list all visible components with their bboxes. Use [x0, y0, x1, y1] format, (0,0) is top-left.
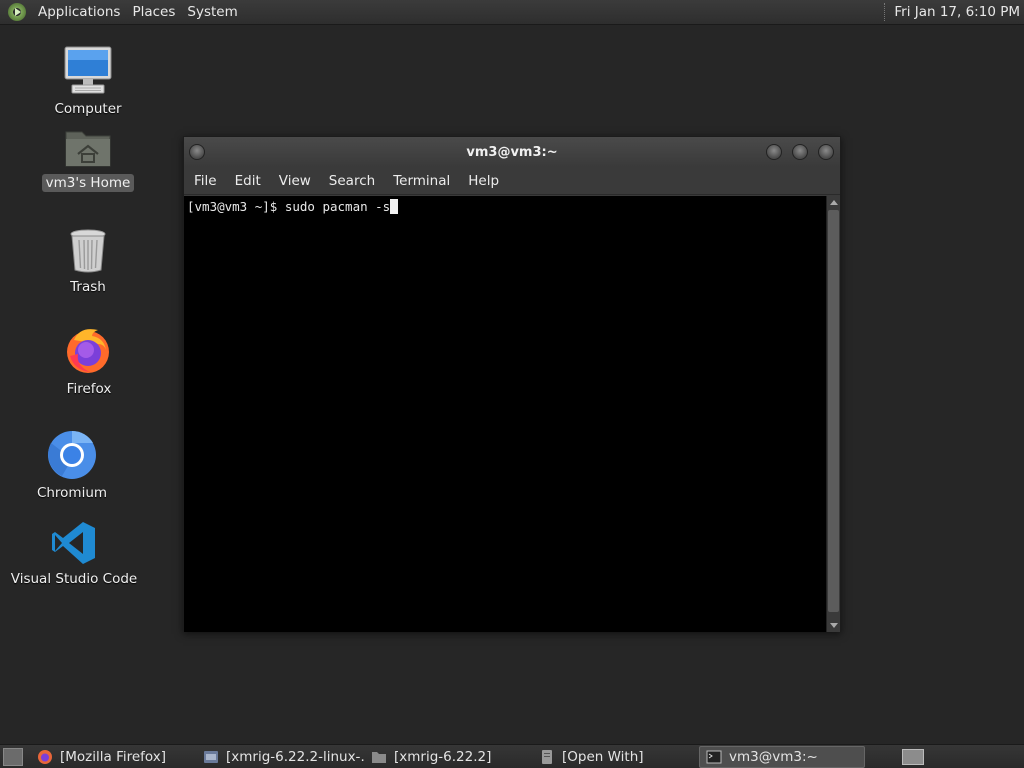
menu-view[interactable]: View	[271, 173, 319, 189]
desktop-label-home: vm3's Home	[41, 174, 135, 192]
terminal-scrollbar[interactable]	[826, 196, 840, 632]
scroll-thumb[interactable]	[828, 210, 839, 612]
computer-icon	[64, 46, 112, 94]
clock[interactable]: Fri Jan 17, 6:10 PM	[894, 4, 1024, 20]
top-panel: Applications Places System Fri Jan 17, 6…	[0, 0, 1024, 25]
desktop-label-trash: Trash	[70, 279, 106, 295]
clock-separator	[884, 3, 886, 21]
bottom-panel: [Mozilla Firefox] [xmrig-6.22.2-linux-… …	[0, 744, 1024, 768]
task-label: [Open With]	[562, 748, 644, 765]
terminal-output[interactable]: [vm3@vm3 ~]$ sudo pacman -s	[184, 196, 826, 632]
dialog-icon	[542, 749, 552, 764]
task-label: [xmrig-6.22.2]	[394, 748, 492, 765]
task-firefox[interactable]: [Mozilla Firefox]	[31, 746, 197, 768]
window-title: vm3@vm3:~	[466, 144, 558, 160]
minimize-button[interactable]	[766, 144, 782, 160]
firefox-icon	[67, 329, 109, 373]
scroll-up-icon[interactable]	[829, 200, 838, 205]
terminal-titlebar[interactable]: vm3@vm3:~	[184, 137, 840, 167]
desktop-icon-trash[interactable]: Trash	[28, 228, 148, 296]
archive-icon	[204, 750, 218, 763]
menu-applications[interactable]: Applications	[32, 0, 126, 25]
show-desktop-icon[interactable]	[3, 747, 23, 766]
chromium-icon	[48, 430, 96, 479]
home-folder-icon	[65, 131, 111, 167]
terminal-icon	[706, 750, 722, 763]
menu-system[interactable]: System	[181, 0, 243, 25]
vscode-icon	[52, 522, 95, 564]
desktop-label-chromium: Chromium	[36, 485, 108, 501]
menu-help[interactable]: Help	[460, 173, 507, 189]
terminal-prompt-line: [vm3@vm3 ~]$ sudo pacman -s	[187, 199, 391, 214]
desktop-icon-vscode[interactable]: Visual Studio Code	[11, 520, 137, 588]
task-label: [Mozilla Firefox]	[60, 748, 167, 765]
task-open-with[interactable]: [Open With]	[533, 746, 699, 768]
task-label: [xmrig-6.22.2-linux-…	[226, 748, 365, 765]
desktop-icon-chromium[interactable]: Chromium	[12, 430, 132, 502]
desktop-icon-computer[interactable]: Computer	[28, 44, 148, 118]
menu-terminal[interactable]: Terminal	[385, 173, 458, 189]
scroll-down-icon[interactable]	[830, 623, 838, 628]
task-xmrig-archive[interactable]: [xmrig-6.22.2-linux-…	[197, 746, 365, 768]
terminal-menubar: File Edit View Search Terminal Help	[184, 167, 840, 195]
text-cursor	[390, 199, 399, 214]
menu-search[interactable]: Search	[321, 173, 383, 189]
distro-logo-icon[interactable]	[8, 3, 26, 21]
trash-icon	[70, 229, 106, 273]
desktop-icon-home[interactable]: vm3's Home	[28, 126, 148, 192]
desktop-icon-firefox[interactable]: Firefox	[29, 326, 149, 398]
workspace-switcher[interactable]	[902, 748, 924, 765]
folder-icon	[372, 751, 386, 763]
task-label: vm3@vm3:~	[729, 748, 818, 765]
maximize-button[interactable]	[792, 144, 808, 160]
desktop-label-computer: Computer	[54, 101, 122, 117]
close-button[interactable]	[818, 144, 834, 160]
task-terminal[interactable]: vm3@vm3:~	[699, 745, 865, 768]
desktop-label-firefox: Firefox	[66, 381, 112, 397]
menu-places[interactable]: Places	[126, 0, 181, 25]
window-menu-button[interactable]	[189, 144, 205, 160]
desktop-label-vscode: Visual Studio Code	[10, 571, 138, 587]
task-xmrig-folder[interactable]: [xmrig-6.22.2]	[365, 746, 533, 768]
menu-edit[interactable]: Edit	[227, 173, 269, 189]
firefox-icon	[38, 749, 52, 764]
terminal-window[interactable]: vm3@vm3:~ File Edit View Search Terminal…	[183, 136, 841, 632]
menu-file[interactable]: File	[186, 173, 225, 189]
